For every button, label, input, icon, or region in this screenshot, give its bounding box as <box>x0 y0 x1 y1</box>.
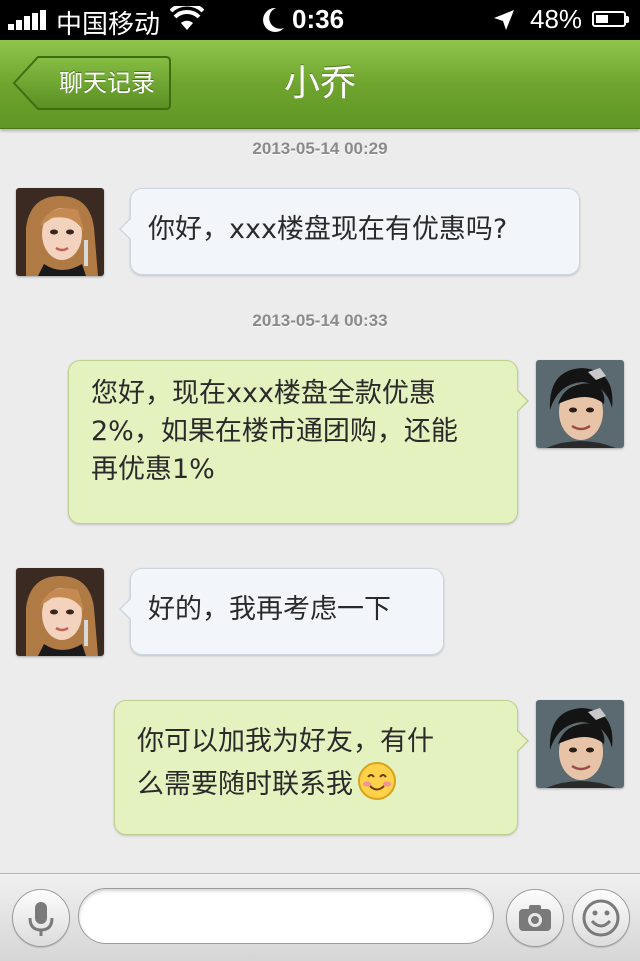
incoming-message-bubble[interactable]: 好的，我再考虑一下 <box>119 568 444 655</box>
battery-icon <box>592 11 629 27</box>
message-text-line: 再优惠1% <box>91 454 215 485</box>
nav-bar: 聊天记录 小乔 <box>0 40 640 129</box>
message-text-line: 2%，如果在楼市通团购，还能 <box>91 416 458 447</box>
smiley-icon <box>582 899 620 937</box>
message-text-line: 你可以加我为好友，有什 <box>137 726 434 757</box>
voice-button[interactable] <box>12 889 70 947</box>
chat-area[interactable]: 2013-05-14 00:29 你好，xxx楼盘现在有优惠吗? 2013-05… <box>0 129 640 873</box>
message-timestamp: 2013-05-14 00:29 <box>252 139 388 158</box>
message-input[interactable] <box>78 888 494 944</box>
wifi-icon <box>170 6 204 30</box>
message-text: 好的，我再考虑一下 <box>148 594 391 625</box>
back-button[interactable]: 聊天记录 <box>12 55 172 111</box>
battery-percent: 48% <box>530 4 583 34</box>
contact-avatar[interactable] <box>16 568 104 656</box>
smile-emoji-icon <box>358 762 396 800</box>
incoming-message-bubble[interactable]: 你好，xxx楼盘现在有优惠吗? <box>119 188 580 275</box>
signal-icon <box>8 10 48 30</box>
status-time: 0:36 <box>292 4 345 34</box>
outgoing-message-bubble[interactable]: 您好，现在xxx楼盘全款优惠 2%，如果在楼市通团购，还能 再优惠1% <box>68 360 529 524</box>
emoji-button[interactable] <box>572 889 630 947</box>
user-avatar[interactable] <box>536 360 624 448</box>
contact-avatar[interactable] <box>16 188 104 276</box>
microphone-icon <box>28 902 54 936</box>
input-bar <box>0 873 640 961</box>
status-bar: 中国移动 0:36 48% <box>0 0 640 40</box>
moon-icon <box>263 7 284 32</box>
back-button-label: 聊天记录 <box>59 69 155 97</box>
location-icon <box>494 10 514 30</box>
camera-icon <box>519 905 551 931</box>
carrier-name: 中国移动 <box>56 9 161 39</box>
outgoing-message-bubble[interactable]: 你可以加我为好友，有什 么需要随时联系我 <box>114 700 529 835</box>
message-text-line: 您好，现在xxx楼盘全款优惠 <box>91 378 436 409</box>
user-avatar[interactable] <box>536 700 624 788</box>
message-text-line: 么需要随时联系我 <box>137 769 353 800</box>
message-text: 你好，xxx楼盘现在有优惠吗? <box>148 214 508 245</box>
camera-button[interactable] <box>506 889 564 947</box>
message-timestamp: 2013-05-14 00:33 <box>252 311 388 330</box>
